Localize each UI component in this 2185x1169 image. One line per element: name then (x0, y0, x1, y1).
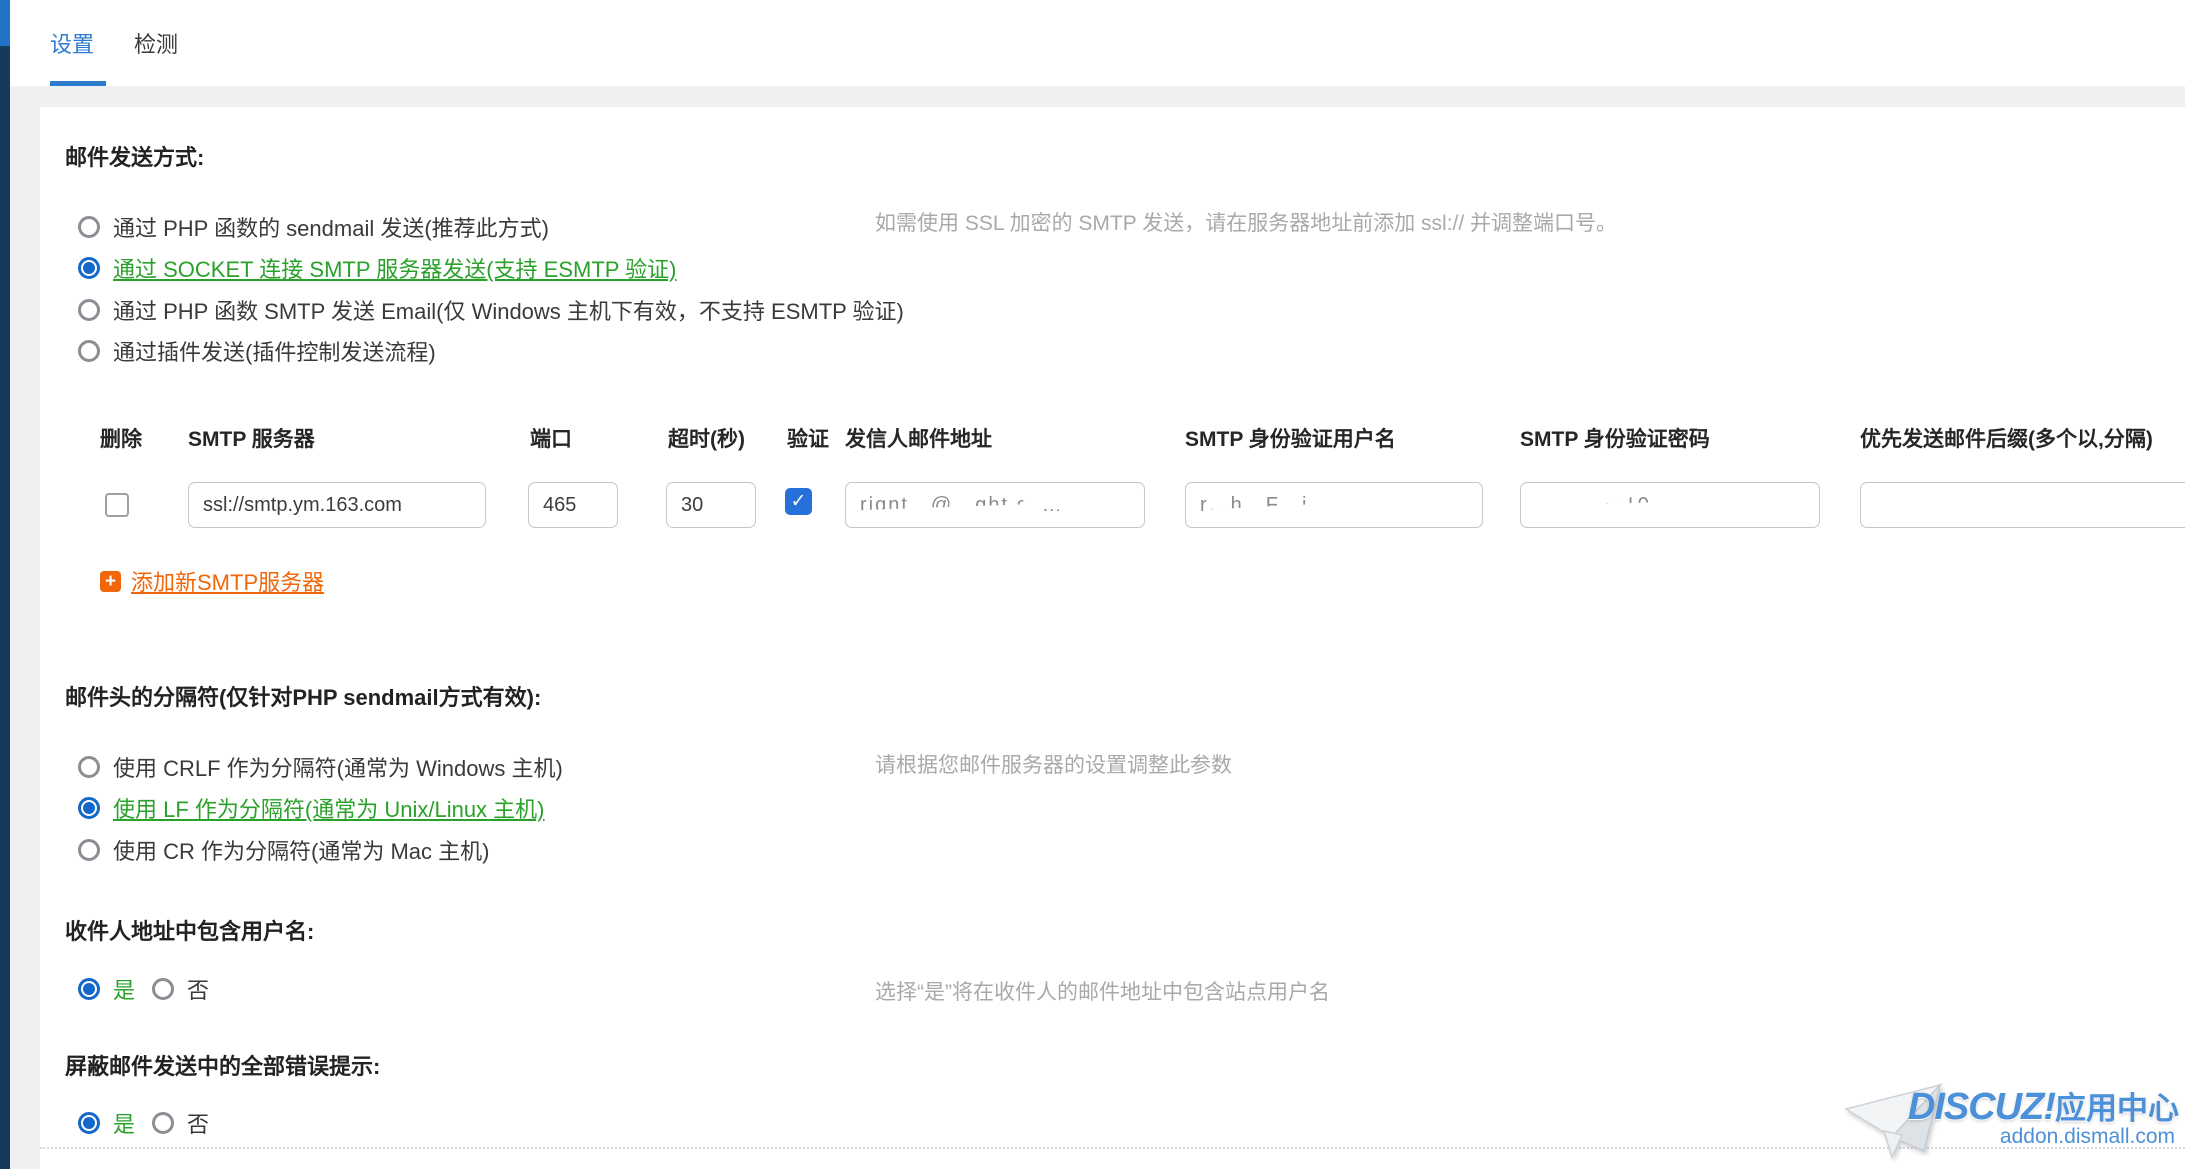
col-header-timeout: 超时(秒) (668, 423, 745, 453)
port-input[interactable]: 465 (528, 482, 618, 528)
suppress-errors-yes[interactable]: 是 (78, 1107, 135, 1139)
col-header-auth: 验证 (787, 423, 829, 453)
include-username-no[interactable]: 否 (152, 973, 209, 1005)
tab-settings[interactable]: 设置 (50, 0, 94, 86)
option-label[interactable]: 是 (113, 973, 135, 1005)
mail-method-option-socket-smtp[interactable]: 通过 SOCKET 连接 SMTP 服务器发送(支持 ESMTP 验证) (78, 252, 677, 284)
check-icon: ✓ (791, 490, 807, 513)
col-header-username: SMTP 身份验证用户名 (1185, 423, 1396, 453)
radio-unselected-icon[interactable] (78, 839, 100, 861)
radio-selected-icon[interactable] (78, 257, 100, 279)
redaction-blob (1529, 499, 1738, 523)
option-label[interactable]: 是 (113, 1107, 135, 1139)
option-label[interactable]: 通过 SOCKET 连接 SMTP 服务器发送(支持 ESMTP 验证) (113, 252, 677, 284)
delimiter-title: 邮件头的分隔符(仅针对PHP sendmail方式有效): (65, 680, 541, 712)
option-label[interactable]: 使用 CR 作为分隔符(通常为 Mac 主机) (113, 834, 489, 866)
radio-unselected-icon[interactable] (78, 340, 100, 362)
tab-bar: 设置 检测 (10, 0, 2185, 86)
smtp-server-input[interactable]: ssl://smtp.ym.163.com (188, 482, 486, 528)
delete-checkbox[interactable] (105, 493, 129, 517)
discuz-logo-text: DISCUZ! (1908, 1086, 2055, 1128)
radio-selected-icon[interactable] (78, 978, 100, 1000)
add-smtp-server-link[interactable]: + 添加新SMTP服务器 (100, 565, 324, 597)
brand-line: DISCUZ!应用中心 (1908, 1083, 2179, 1129)
col-header-suffix: 优先发送邮件后缀(多个以,分隔) (1860, 423, 2153, 453)
discuz-watermark: DISCUZ!应用中心 addon.dismall.com (1840, 1075, 2185, 1169)
mail-method-option-sendmail[interactable]: 通过 PHP 函数的 sendmail 发送(推荐此方式) (78, 211, 549, 243)
delimiter-option-crlf[interactable]: 使用 CRLF 作为分隔符(通常为 Windows 主机) (78, 751, 563, 783)
auth-checkbox[interactable]: ✓ (785, 488, 812, 515)
option-label[interactable]: 否 (187, 973, 209, 1005)
col-header-server: SMTP 服务器 (188, 423, 315, 453)
add-smtp-server-label[interactable]: 添加新SMTP服务器 (131, 565, 324, 597)
timeout-input[interactable]: 30 (666, 482, 756, 528)
mail-method-option-php-smtp[interactable]: 通过 PHP 函数 SMTP 发送 Email(仅 Windows 主机下有效，… (78, 294, 904, 326)
sender-email-input[interactable]: rignt…@…ght.co… (845, 482, 1145, 528)
watermark-domain: addon.dismall.com (2000, 1125, 2175, 1149)
mail-method-option-plugin[interactable]: 通过插件发送(插件控制发送流程) (78, 335, 436, 367)
sidebar-edge-strip-highlight (0, 0, 10, 46)
radio-selected-icon[interactable] (78, 797, 100, 819)
option-label[interactable]: 通过 PHP 函数 SMTP 发送 Email(仅 Windows 主机下有效，… (113, 294, 904, 326)
tab-test[interactable]: 检测 (134, 0, 178, 86)
sidebar-edge-strip (0, 0, 10, 1169)
radio-unselected-icon[interactable] (78, 299, 100, 321)
mail-method-title: 邮件发送方式: (65, 140, 204, 172)
radio-unselected-icon[interactable] (78, 216, 100, 238)
col-header-delete: 删除 (100, 423, 142, 453)
col-header-sender: 发信人邮件地址 (845, 423, 992, 453)
col-header-password: SMTP 身份验证密码 (1520, 423, 1710, 453)
priority-suffix-input[interactable] (1860, 482, 2185, 528)
option-label[interactable]: 使用 CRLF 作为分隔符(通常为 Windows 主机) (113, 751, 563, 783)
port-value: 465 (543, 494, 576, 517)
suppress-errors-title: 屏蔽邮件发送中的全部错误提示: (65, 1049, 380, 1081)
auth-password-input[interactable]: **10 (1520, 482, 1820, 528)
col-header-port: 端口 (530, 423, 572, 453)
include-username-title: 收件人地址中包含用户名: (65, 914, 314, 946)
radio-unselected-icon[interactable] (152, 1112, 174, 1134)
radio-unselected-icon[interactable] (78, 756, 100, 778)
radio-selected-icon[interactable] (78, 1112, 100, 1134)
delimiter-hint: 请根据您邮件服务器的设置调整此参数 (875, 749, 1232, 779)
suppress-errors-no[interactable]: 否 (152, 1107, 209, 1139)
plus-glyph: + (105, 572, 116, 591)
redaction-blob (1529, 488, 1631, 504)
include-username-hint: 选择“是”将在收件人的邮件地址中包含站点用户名 (875, 976, 1330, 1006)
include-username-yes[interactable]: 是 (78, 973, 135, 1005)
smtp-settings-screen: 设置 检测 邮件发送方式: 如需使用 SSL 加密的 SMTP 发送，请在服务器… (0, 0, 2185, 1169)
app-center-text: 应用中心 (2055, 1091, 2179, 1126)
radio-unselected-icon[interactable] (152, 978, 174, 1000)
option-label[interactable]: 否 (187, 1107, 209, 1139)
delimiter-option-cr[interactable]: 使用 CR 作为分隔符(通常为 Mac 主机) (78, 834, 489, 866)
option-label[interactable]: 使用 LF 作为分隔符(通常为 Unix/Linux 主机) (113, 792, 545, 824)
auth-username-input[interactable]: r…h…F…i… (1185, 482, 1483, 528)
settings-panel: 邮件发送方式: 如需使用 SSL 加密的 SMTP 发送，请在服务器地址前添加 … (40, 107, 2185, 1169)
option-label[interactable]: 通过 PHP 函数的 sendmail 发送(推荐此方式) (113, 211, 549, 243)
smtp-server-value: ssl://smtp.ym.163.com (203, 494, 402, 517)
timeout-value: 30 (681, 494, 703, 517)
mail-method-hint: 如需使用 SSL 加密的 SMTP 发送，请在服务器地址前添加 ssl:// 并… (875, 207, 1617, 237)
delimiter-option-lf[interactable]: 使用 LF 作为分隔符(通常为 Unix/Linux 主机) (78, 792, 545, 824)
plus-icon: + (100, 571, 121, 592)
option-label[interactable]: 通过插件发送(插件控制发送流程) (113, 335, 436, 367)
